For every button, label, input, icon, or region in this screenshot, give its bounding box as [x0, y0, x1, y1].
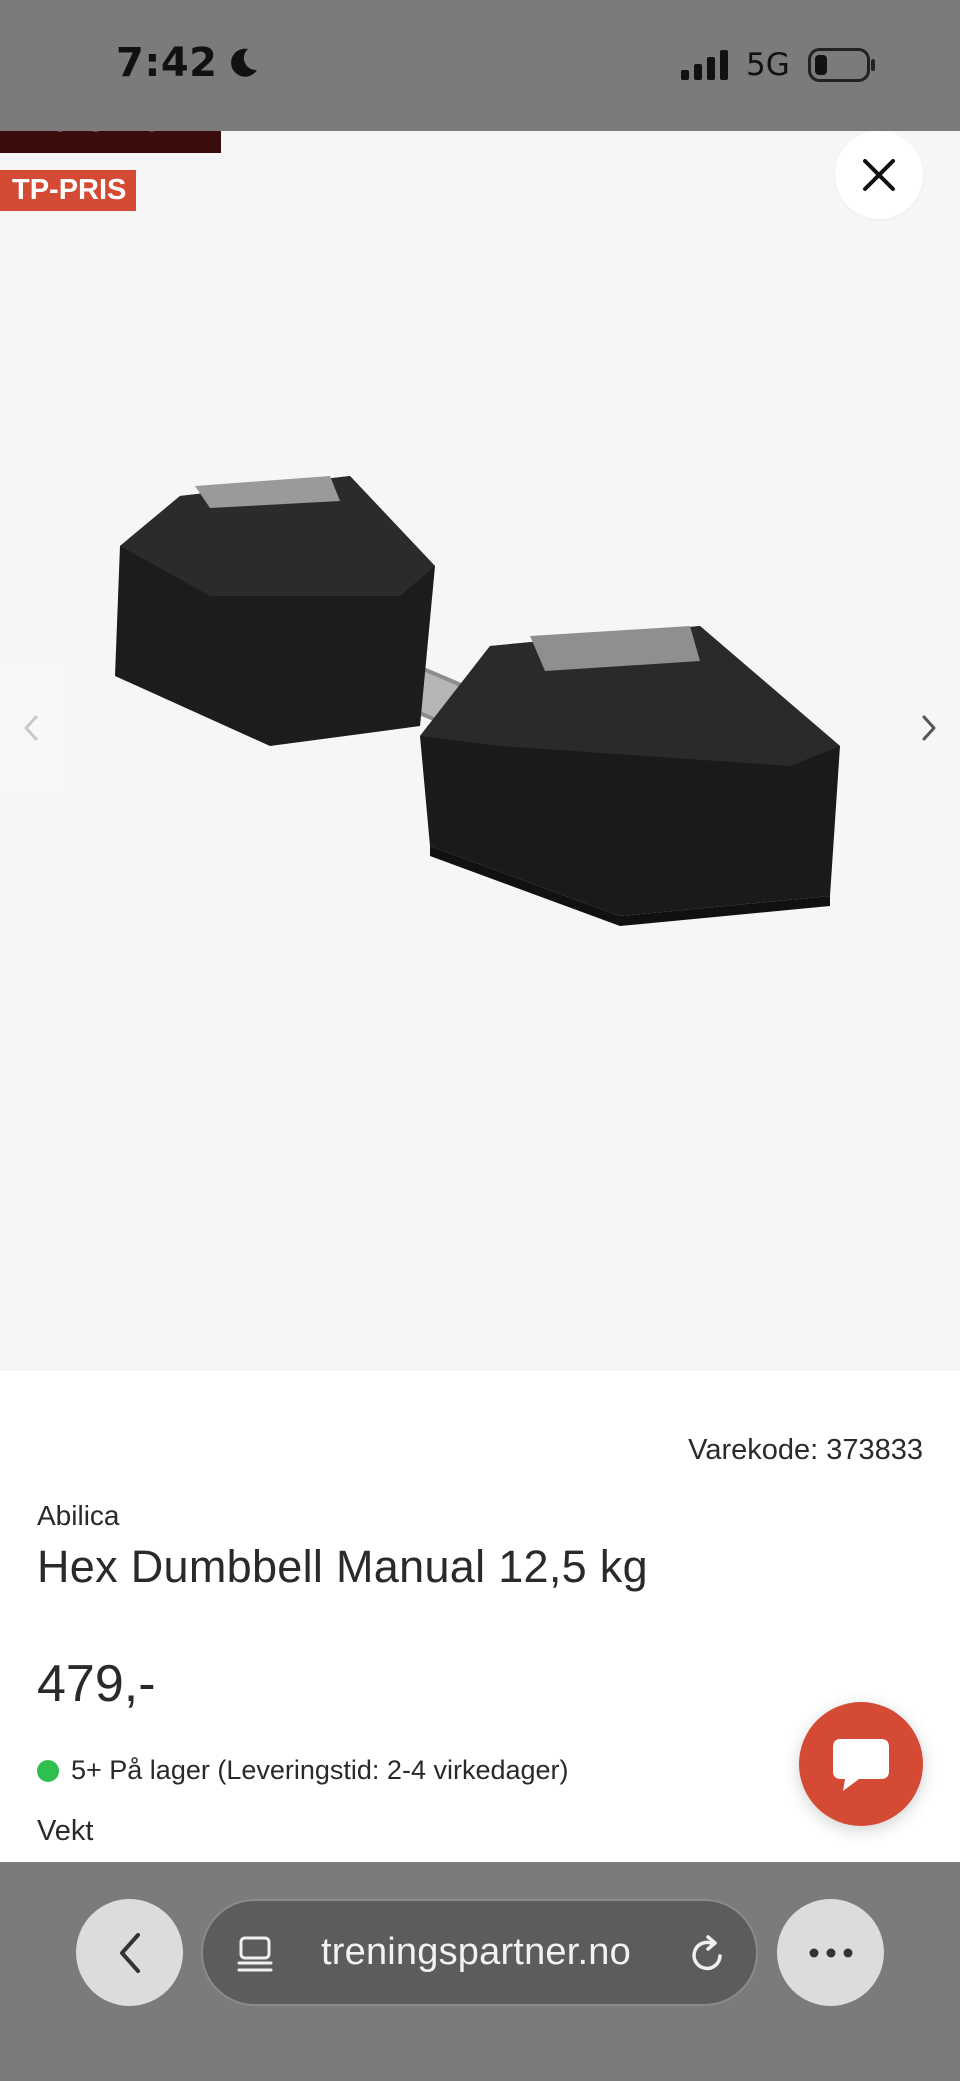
sku-label: Varekode: 373833	[688, 1434, 923, 1466]
more-button[interactable]	[777, 1899, 884, 2006]
close-icon	[863, 159, 895, 191]
stock-text: 5+ På lager (Leveringstid: 2-4 virkedage…	[71, 1755, 569, 1785]
chat-bubble-icon	[833, 1739, 889, 1791]
chevron-right-icon	[922, 715, 936, 741]
status-time: 7:42	[116, 40, 260, 86]
hex-dumbbell-image	[115, 476, 840, 926]
bestseller-badge: BESTSELGER	[0, 131, 221, 153]
weight-variant-label: Vekt	[37, 1815, 94, 1847]
bestseller-badge-label: BESTSELGER	[12, 131, 202, 141]
network-label: 5G	[746, 47, 790, 83]
back-button[interactable]	[76, 1899, 183, 2006]
status-bar: 7:42 5G	[0, 0, 960, 131]
address-bar[interactable]: treningspartner.no	[201, 1899, 758, 2006]
battery-icon	[808, 48, 875, 82]
tp-pris-badge: TP-PRIS	[0, 170, 137, 211]
price: 479,-	[37, 1655, 156, 1713]
product-gallery[interactable]: BESTSELGER TP-PRIS	[0, 131, 960, 1371]
stock-status: 5+ På lager (Leveringstid: 2-4 virkedage…	[37, 1755, 569, 1786]
moon-icon	[230, 48, 257, 77]
more-icon	[809, 1948, 852, 1957]
close-button[interactable]	[835, 131, 923, 219]
signal-icon	[681, 50, 728, 80]
product-title: Hex Dumbbell Manual 12,5 kg	[37, 1541, 648, 1592]
in-stock-dot-icon	[37, 1759, 59, 1782]
back-chevron-icon	[119, 1932, 140, 1973]
chevron-left-icon	[24, 715, 38, 741]
previous-image-button[interactable]	[0, 663, 62, 793]
next-image-button[interactable]	[898, 663, 960, 793]
tabs-icon[interactable]	[237, 1935, 273, 1973]
brand-name[interactable]: Abilica	[37, 1500, 119, 1532]
status-time-text: 7:42	[116, 40, 218, 86]
reload-icon[interactable]	[689, 1934, 727, 1974]
url-text[interactable]: treningspartner.no	[321, 1931, 631, 1974]
browser-toolbar: treningspartner.no	[0, 1862, 960, 2081]
chat-button[interactable]	[799, 1702, 923, 1826]
